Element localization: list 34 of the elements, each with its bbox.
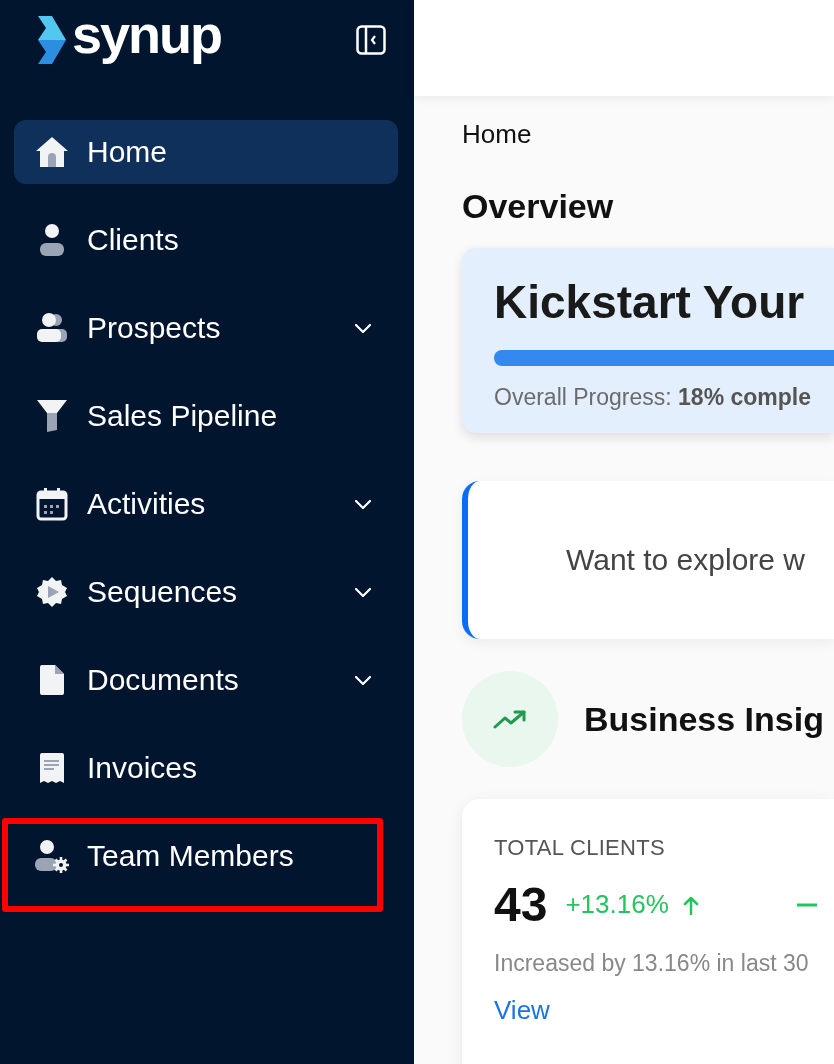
receipt-icon	[39, 752, 65, 784]
document-icon	[39, 664, 65, 696]
person-icon	[39, 223, 65, 257]
play-gear-icon	[36, 576, 68, 608]
section-title: Business Insig	[584, 699, 824, 739]
collapse-sidebar-button[interactable]	[356, 25, 386, 55]
calendar-icon	[36, 487, 68, 521]
sidebar-item[interactable]: Team Members	[14, 824, 398, 888]
sidebar-item[interactable]: Activities	[14, 472, 398, 536]
sidebar-item[interactable]: Clients	[14, 208, 398, 272]
progress-text: Overall Progress: 18% comple	[494, 384, 812, 411]
stat-value: 43	[494, 877, 548, 932]
funnel-icon	[36, 399, 68, 433]
people-icon	[36, 312, 68, 344]
arrow-up-icon	[682, 894, 699, 915]
chevron-logo-icon	[38, 16, 66, 64]
page-title: Overview	[462, 186, 615, 226]
sidebar-item[interactable]: Documents	[14, 648, 398, 712]
sidebar-item[interactable]: Invoices	[14, 736, 398, 800]
view-link[interactable]: View	[494, 995, 550, 1026]
breadcrumb[interactable]: Home	[462, 118, 834, 150]
sidebar-item[interactable]: Home	[14, 120, 398, 184]
sidebar-item[interactable]: Sales Pipeline	[14, 384, 398, 448]
stat-change: +13.16%	[565, 889, 669, 920]
sidebar-item[interactable]: Sequences	[14, 560, 398, 624]
trending-up-icon	[493, 709, 527, 729]
banner-text: Want to explore w	[566, 543, 805, 577]
home-icon	[35, 136, 69, 168]
stat-label: TOTAL CLIENTS	[494, 835, 666, 861]
stat-note: Increased by 13.16% in last 30	[494, 950, 810, 977]
person-gear-icon	[34, 839, 70, 873]
card-title: Kickstart Your	[494, 275, 806, 330]
sparkline-drawing	[796, 902, 817, 907]
sidebar-item[interactable]: Prospects	[14, 296, 398, 360]
